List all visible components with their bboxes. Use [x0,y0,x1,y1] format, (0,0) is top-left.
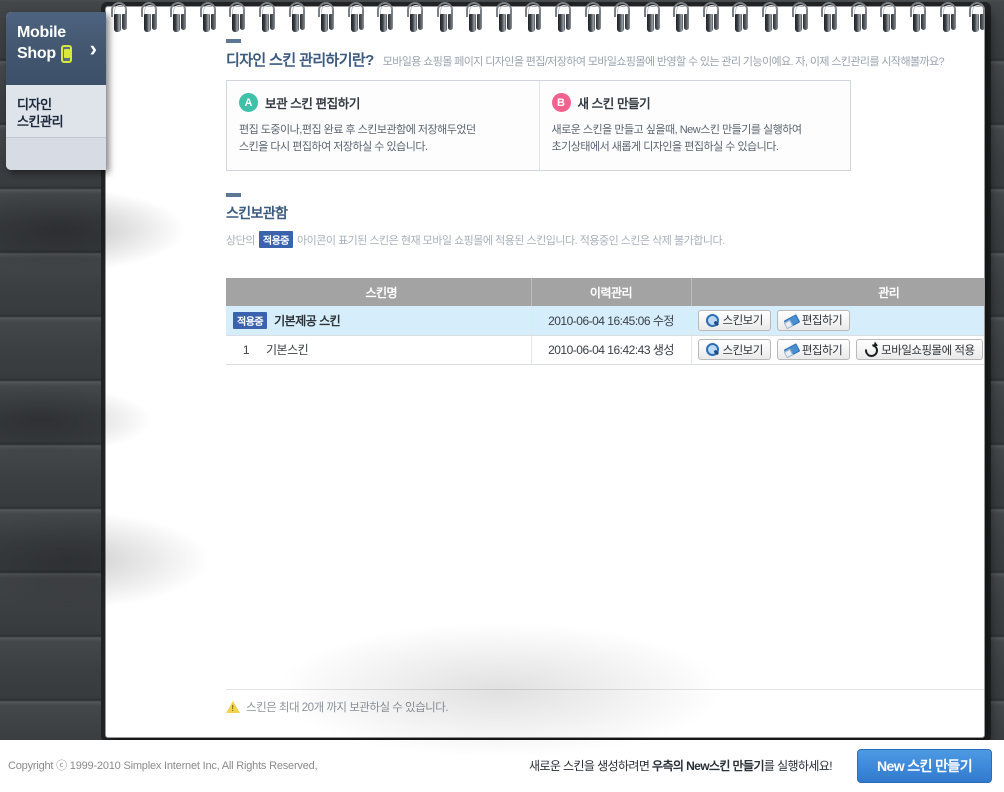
search-icon [705,313,719,327]
apply-to-mobile-shop-button[interactable]: 모바일쇼핑몰에 적용 [856,339,983,360]
edit-icon [785,314,798,327]
info-box-a-line2: 스킨을 다시 편집하여 저장하실 수 있습니다. [239,141,428,153]
skin-storage-section: 스킨보관함 상단의 적용중 아이콘이 표기된 스킨은 현재 모바일 쇼핑몰에 적… [226,193,984,248]
applied-badge-inline: 적용중 [258,231,293,248]
section2-desc-before: 상단의 [226,234,255,247]
storage-limit-note: 스킨은 최대 20개 까지 보관하실 수 있습니다. [226,689,984,715]
warning-icon [226,701,240,713]
action-button-row: 스킨보기 편집하기 모바일쇼핑몰에 적용 [697,339,985,360]
footer-hint: 새로운 스킨을 생성하려면 우측의 New스킨 만들기를 실행하세요! [528,757,833,774]
info-box-a-line1: 편집 도중이나,편집 완료 후 스킨보관함에 저장해두었던 [239,124,476,136]
footer-hint-strong: 우측의 New스킨 만들기 [652,759,764,773]
info-box-b-title: 새 스킨 만들기 [577,97,651,111]
edit-icon [785,343,798,356]
sidebar-menu: 디자인 스킨관리 [6,85,106,130]
search-icon [705,343,719,356]
info-box-a-header: A 보관 스킨 편집하기 [239,93,525,112]
view-skin-label: 스킨보기 [722,344,764,357]
edit-skin-label: 편집하기 [801,315,843,328]
footer-hint-before: 새로운 스킨을 생성하려면 [528,759,653,773]
notebook-page: 디자인 스킨 관리하기란? 모바일용 쇼핑몰 페이지 디자인을 편집/저장하여 … [105,6,985,738]
page-header: 디자인 스킨 관리하기란? 모바일용 쇼핑몰 페이지 디자인을 편집/저장하여 … [226,49,984,70]
page-subtitle: 모바일용 쇼핑몰 페이지 디자인을 편집/저장하여 모바일쇼핑몰에 반영할 수 … [382,56,945,68]
skin-table-header-row: 스킨명 이력관리 관리 [226,278,984,306]
section2-description: 상단의 적용중 아이콘이 표기된 스킨은 현재 모바일 쇼핑몰에 적용된 스킨입… [226,231,984,248]
skin-name-text: 기본스킨 [266,343,309,357]
copyright-text: Copyright ⓒ 1999-2010 Simplex Internet I… [8,760,318,772]
footer: Copyright ⓒ 1999-2010 Simplex Internet I… [0,740,1004,792]
info-box-b-body: 새로운 스킨을 만들고 싶을때, New스킨 만들기를 실행하여 초기상태에서 … [552,122,837,156]
refresh-icon [864,343,877,356]
cell-history: 2010-06-04 16:45:06 수정 [530,306,692,336]
mobile-phone-icon [60,44,72,63]
skin-table-head: 스킨명 이력관리 관리 [226,278,984,306]
view-skin-button[interactable]: 스킨보기 [697,309,771,331]
section2-title: 스킨보관함 [226,205,288,221]
sidebar-brand[interactable]: Mobile Shop › [6,12,106,85]
brand-line-2-text: Shop [17,45,56,62]
skin-table: 스킨명 이력관리 관리 적용중 기본제공 스킨 2010-06-04 16:45… [226,278,985,365]
page-title: 디자인 스킨 관리하기란? [226,52,374,69]
info-box-b: B 새 스킨 만들기 새로운 스킨을 만들고 싶을때, New스킨 만들기를 실… [538,81,851,170]
cell-history: 2010-06-04 16:42:43 생성 [530,335,692,365]
view-skin-button[interactable]: 스킨보기 [697,339,771,360]
edit-skin-label: 편집하기 [801,344,843,357]
info-box-a: A 보관 스킨 편집하기 편집 도중이나,편집 완료 후 스킨보관함에 저장해두… [227,81,539,170]
sidebar-footer [6,137,106,170]
edit-skin-button[interactable]: 편집하기 [776,309,851,331]
sidebar-item-label-line1: 디자인 [17,97,52,112]
view-skin-label: 스킨보기 [722,315,764,328]
new-skin-button[interactable]: New 스킨 만들기 [857,749,992,783]
cell-management: 스킨보기 편집하기 [691,306,985,336]
table-row: 1 기본스킨 2010-06-04 16:42:43 생성 스킨보기 편집하기 … [226,335,985,365]
info-box-a-title: 보관 스킨 편집하기 [265,97,360,111]
header-skin-name: 스킨명 [226,278,532,306]
header-history: 이력관리 [530,278,692,306]
sidebar-item-label-line2: 스킨관리 [17,114,64,129]
info-box-b-header: B 새 스킨 만들기 [551,93,837,112]
section2-dash [226,193,241,197]
section-dash [226,39,241,43]
skin-name-wrap: 적용중 기본제공 스킨 [233,311,530,329]
skin-row-number: 1 [242,342,250,357]
apply-label: 모바일쇼핑몰에 적용 [881,344,975,357]
cell-skin-name: 적용중 기본제공 스킨 [226,306,531,336]
info-box-a-body: 편집 도중이나,편집 완료 후 스킨보관함에 저장해두었던 스킨을 다시 편집하… [239,122,525,156]
storage-limit-text: 스킨은 최대 20개 까지 보관하실 수 있습니다. [246,702,449,714]
sidebar: Mobile Shop › 디자인 스킨관리 [6,12,106,170]
info-box-group: A 보관 스킨 편집하기 편집 도중이나,편집 완료 후 스킨보관함에 저장해두… [226,80,851,171]
chevron-right-icon[interactable]: › [90,38,97,60]
skin-table-body: 적용중 기본제공 스킨 2010-06-04 16:45:06 수정 스킨보기 [226,306,985,365]
edit-skin-button[interactable]: 편집하기 [776,339,851,360]
header-management: 관리 [691,278,984,306]
cell-management: 스킨보기 편집하기 모바일쇼핑몰에 적용 [691,335,985,365]
table-row: 적용중 기본제공 스킨 2010-06-04 16:45:06 수정 스킨보기 [226,306,985,336]
sidebar-item-design-skin[interactable]: 디자인 스킨관리 [17,96,106,130]
badge-a-icon: A [239,93,258,112]
footer-hint-after: 를 실행하세요! [763,759,833,773]
applied-badge: 적용중 [233,311,268,329]
info-box-b-line1: 새로운 스킨을 만들고 싶을때, New스킨 만들기를 실행하여 [551,124,803,136]
skin-name-wrap: 1 기본스킨 [233,341,530,358]
badge-b-icon: B [551,93,571,112]
action-button-row: 스킨보기 편집하기 [697,309,985,331]
section2-desc-after: 아이콘이 표기된 스킨은 현재 모바일 쇼핑몰에 적용된 스킨입니다. 적용중인… [296,234,725,247]
app-root: 디자인 스킨 관리하기란? 모바일용 쇼핑몰 페이지 디자인을 편집/저장하여 … [0,0,1004,792]
info-box-b-line2: 초기상태에서 새롭게 디자인을 편집하실 수 있습니다. [551,141,779,153]
content-area: 디자인 스킨 관리하기란? 모바일용 쇼핑몰 페이지 디자인을 편집/저장하여 … [226,39,985,365]
skin-name-text: 기본제공 스킨 [274,313,341,328]
cell-skin-name: 1 기본스킨 [226,335,531,365]
